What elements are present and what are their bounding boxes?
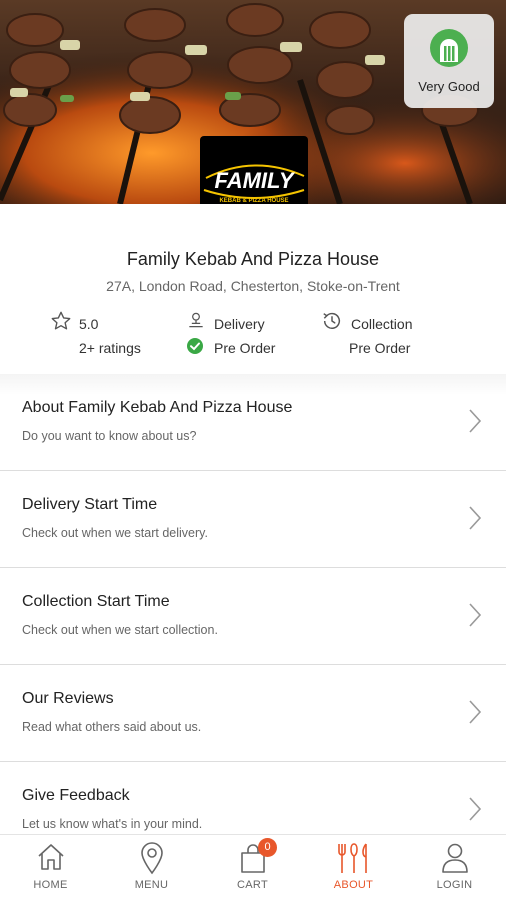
row-subtitle: Check out when we start delivery. xyxy=(22,526,208,540)
collection-label: Collection xyxy=(351,316,413,332)
delivery-status: Pre Order xyxy=(214,340,276,356)
chevron-right-icon xyxy=(469,603,482,627)
home-icon xyxy=(37,844,64,870)
tab-home[interactable]: HOME xyxy=(0,835,101,900)
tab-label: HOME xyxy=(33,879,68,891)
delivery-icon xyxy=(189,312,203,328)
tab-label: CART xyxy=(237,879,268,891)
check-circle-icon xyxy=(187,338,203,354)
logo-wordmark: FAMILY xyxy=(214,168,295,193)
cutlery-icon xyxy=(337,843,367,873)
chevron-right-icon xyxy=(469,797,482,821)
row-title: About Family Kebab And Pizza House xyxy=(22,399,293,416)
about-us-row[interactable]: About Family Kebab And Pizza House Do yo… xyxy=(0,374,506,471)
tab-label: ABOUT xyxy=(333,879,374,891)
delivery-label: Delivery xyxy=(214,316,265,332)
row-title: Our Reviews xyxy=(22,690,114,707)
tab-cart[interactable]: 0 CART xyxy=(202,835,303,900)
star-icon xyxy=(51,311,71,330)
row-title: Delivery Start Time xyxy=(22,496,158,513)
row-subtitle: Do you want to know about us? xyxy=(22,429,197,443)
row-title: Collection Start Time xyxy=(22,593,170,610)
collection-start-time-row[interactable]: Collection Start Time Check out when we … xyxy=(0,568,506,665)
tab-label: LOGIN xyxy=(436,879,473,891)
restaurant-info: Family Kebab And Pizza House 27A, London… xyxy=(0,204,506,374)
tab-login[interactable]: LOGIN xyxy=(404,835,505,900)
tab-menu[interactable]: MENU xyxy=(101,835,202,900)
delivery-start-time-row[interactable]: Delivery Start Time Check out when we st… xyxy=(0,471,506,568)
collection-status: Pre Order xyxy=(349,340,411,356)
tab-label: MENU xyxy=(134,879,169,891)
restaurant-address: 27A, London Road, Chesterton, Stoke-on-T… xyxy=(106,278,400,294)
hygiene-rating-icon xyxy=(430,29,468,67)
hygiene-rating-label: Very Good xyxy=(418,79,480,94)
bottom-tab-bar: HOME MENU 0 CART ABOUT LOGIN xyxy=(0,834,506,900)
row-subtitle: Check out when we start collection. xyxy=(22,623,218,637)
location-pin-icon xyxy=(140,842,163,875)
cart-count-badge: 0 xyxy=(258,838,277,857)
row-subtitle: Read what others said about us. xyxy=(22,720,202,734)
chevron-right-icon xyxy=(469,700,482,724)
rating-value: 5.0 xyxy=(79,316,99,332)
row-title: Give Feedback xyxy=(22,787,130,804)
our-reviews-row[interactable]: Our Reviews Read what others said about … xyxy=(0,665,506,762)
tab-about[interactable]: ABOUT xyxy=(303,835,404,900)
clock-history-icon xyxy=(323,312,341,329)
about-menu-list: About Family Kebab And Pizza House Do yo… xyxy=(0,374,506,859)
rating-count: 2+ ratings xyxy=(79,340,141,356)
row-subtitle: Let us know what's in your mind. xyxy=(22,817,203,831)
user-icon xyxy=(441,843,468,873)
chevron-right-icon xyxy=(469,409,482,433)
chevron-right-icon xyxy=(469,506,482,530)
restaurant-name: Family Kebab And Pizza House xyxy=(126,249,380,269)
hygiene-rating-badge[interactable]: Very Good xyxy=(404,14,494,108)
